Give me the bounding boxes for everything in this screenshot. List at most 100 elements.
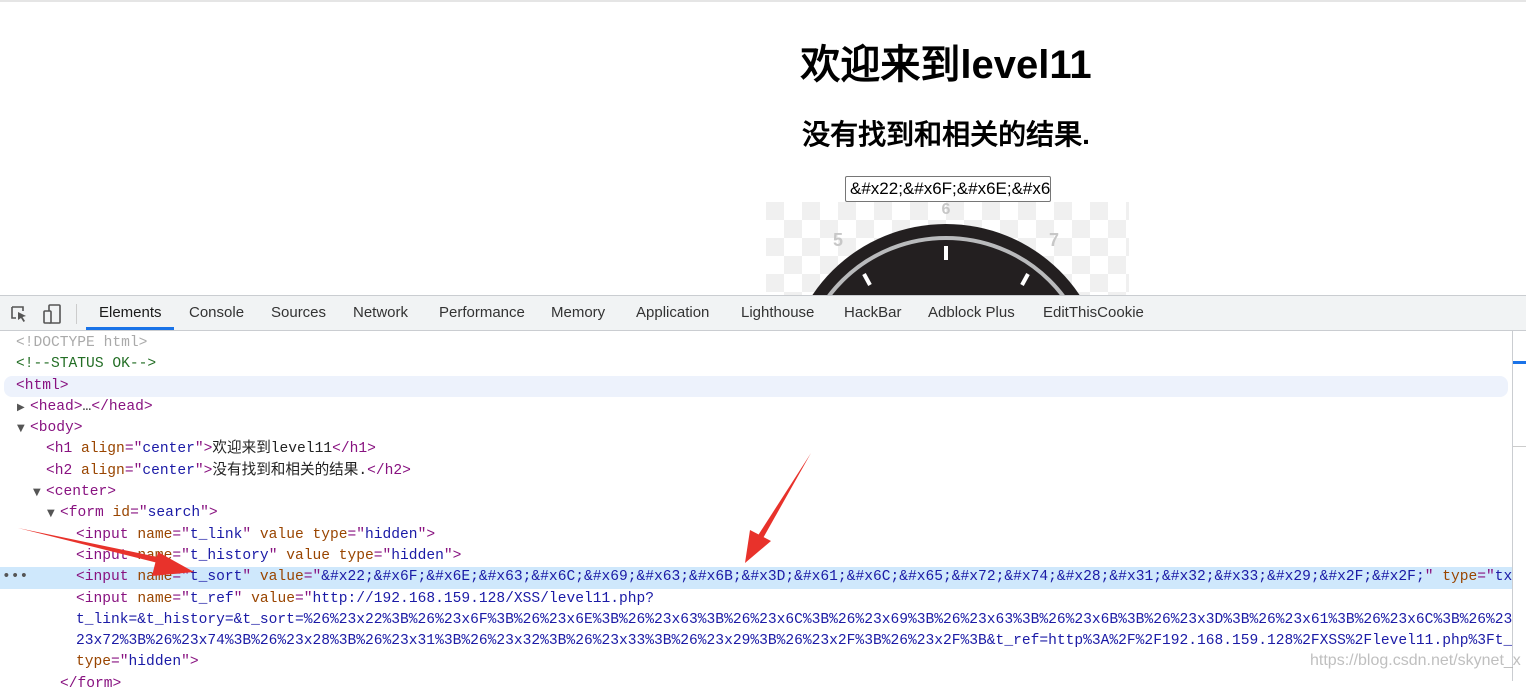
code-token-tag: "	[268, 547, 287, 564]
code-token-text: …	[82, 398, 92, 415]
dom-node-line[interactable]: 23x72%3B%26%23x74%3B%26%23x28%3B%26%23x3…	[0, 631, 1526, 652]
code-token-tag: ="	[124, 462, 143, 479]
clock-image: 6 5 7	[766, 202, 1129, 296]
code-token-tag: <form	[60, 505, 113, 522]
code-token-attr: id	[112, 505, 131, 522]
code-token-val: t_sort	[189, 569, 243, 586]
code-token-tag: </head>	[91, 398, 153, 415]
code-token-tag: ="	[172, 547, 190, 564]
dom-node-line[interactable]: type="hidden">	[0, 652, 1512, 673]
code-token-attr: type	[1442, 569, 1478, 586]
code-token-text: 没有找到和相关的结果.	[212, 462, 368, 479]
svg-text:6: 6	[942, 202, 951, 218]
code-token-tag: ="	[124, 441, 143, 458]
tab-editthiscookie[interactable]: EditThisCookie	[1043, 296, 1144, 330]
tab-console[interactable]: Console	[189, 296, 244, 330]
elements-dom-tree: <!DOCTYPE html> <!--STATUS OK--> <html> ▶ <h…	[0, 333, 1526, 695]
code-token-tag: ="	[130, 505, 148, 522]
code-token-tag: ="	[303, 569, 322, 586]
code-token-val: center	[142, 441, 195, 458]
dom-node-line[interactable]: ▶ <head>…</head>	[0, 397, 1512, 418]
code-token-tag: ="	[172, 590, 190, 607]
code-token-tag: <html>	[16, 377, 69, 394]
styles-sidebar[interactable]	[1512, 331, 1526, 681]
search-input[interactable]: &#x22;&#x6F;&#x6E;&#x6	[845, 176, 1051, 202]
dom-node-line[interactable]: ▼ <center>	[0, 482, 1512, 503]
code-token-tag: "	[233, 590, 252, 607]
collapse-triangle-icon[interactable]: ▼	[33, 482, 41, 503]
page-subheading: 没有找到和相关的结果.	[802, 119, 1090, 150]
code-token-attr: type	[76, 654, 112, 671]
code-token-tag: ="	[172, 526, 190, 543]
code-token-tag: ="	[111, 654, 129, 671]
more-options-icon[interactable]: •••	[2, 567, 28, 588]
dom-node-line[interactable]: </form>	[0, 674, 1512, 695]
dom-node-line[interactable]: ▼ <body>	[0, 418, 1512, 439]
tab-elements[interactable]: Elements	[99, 296, 162, 330]
code-token-attr: align	[81, 441, 125, 458]
code-token-tag: </h1>	[332, 441, 376, 458]
code-token-tag: ">	[194, 462, 213, 479]
devtools-panel: Elements Console Sources Network Performance…	[0, 295, 1526, 692]
tab-sources[interactable]: Sources	[271, 296, 326, 330]
code-token-val: 23x72%3B%26%23x74%3B%26%23x28%3B%26%23x3…	[76, 633, 1526, 650]
code-token-tag: <head>	[30, 398, 83, 415]
page-heading: 欢迎来到level11	[800, 43, 1092, 87]
dom-node-line[interactable]: <input name="t_history" value type="hidd…	[0, 546, 1512, 567]
code-token-tag: <input	[76, 569, 138, 586]
code-token-attr: name	[137, 590, 173, 607]
sidebar-tab-indicator	[1513, 361, 1526, 364]
code-token-attr: value	[259, 569, 304, 586]
dom-node-selected[interactable]: ••• <input name="t_sort" value="&#x22;&#x…	[0, 567, 1526, 589]
code-token-tag: <body>	[30, 420, 83, 437]
active-tab-indicator	[86, 327, 174, 330]
dom-node-line[interactable]: <!--STATUS OK-->	[0, 354, 1512, 375]
code-token-tag: "	[242, 569, 260, 586]
inspect-element-icon[interactable]	[9, 304, 29, 324]
tab-memory[interactable]: Memory	[551, 296, 605, 330]
code-token-attr: name	[137, 547, 173, 564]
code-token-val: hidden	[365, 526, 418, 543]
dom-node-line[interactable]: <!DOCTYPE html>	[0, 333, 1512, 354]
code-token-val: t_link=&t_history=&t_sort=%26%23x22%3B%2…	[76, 611, 1526, 628]
sidebar-divider	[1513, 446, 1526, 447]
code-token-tag: ="	[1477, 569, 1495, 586]
tab-adblock-plus[interactable]: Adblock Plus	[928, 296, 1015, 330]
code-token-tag: <h2	[46, 462, 82, 479]
code-token-val: center	[142, 462, 195, 479]
code-token-val: &#x22;&#x6F;&#x6E;&#x63;&#x6C;&#x69;&#x6…	[321, 569, 1425, 586]
dom-node-line[interactable]: <h1 align="center">欢迎来到level11</h1>	[0, 439, 1512, 460]
code-token-tag: ">	[200, 505, 218, 522]
device-toolbar-icon[interactable]	[42, 304, 62, 324]
code-token-val: t_ref	[189, 590, 234, 607]
code-token-tag: "	[242, 526, 260, 543]
collapse-triangle-icon[interactable]: ▼	[47, 503, 55, 524]
toolbar-divider	[76, 304, 77, 324]
code-token-val: hidden	[128, 654, 182, 671]
code-token-attr: value	[251, 590, 295, 607]
tab-performance[interactable]: Performance	[439, 296, 525, 330]
tab-network[interactable]: Network	[353, 296, 408, 330]
code-token-attr: value type	[259, 526, 348, 543]
tab-application[interactable]: Application	[636, 296, 709, 330]
dom-node-line[interactable]: <input name="t_ref" value="http://192.16…	[0, 589, 1512, 610]
code-token-tag: ="	[172, 569, 190, 586]
dom-node-line[interactable]: <html>	[4, 375, 1508, 397]
expand-triangle-icon[interactable]: ▶	[17, 397, 25, 418]
svg-text:5: 5	[833, 230, 843, 250]
code-token-tag: <input	[76, 526, 138, 543]
code-token-tag: <h1	[46, 441, 82, 458]
code-token-tag: ">	[194, 441, 213, 458]
collapse-triangle-icon[interactable]: ▼	[17, 418, 25, 439]
code-token-val: t_link	[189, 526, 243, 543]
dom-node-line[interactable]: t_link=&t_history=&t_sort=%26%23x22%3B%2…	[0, 610, 1526, 631]
tab-lighthouse[interactable]: Lighthouse	[741, 296, 814, 330]
code-token-cmt: <!--STATUS OK-->	[16, 356, 157, 373]
tab-hackbar[interactable]: HackBar	[844, 296, 902, 330]
code-token-tag: ="	[373, 547, 392, 564]
devtools-tabbar: Elements Console Sources Network Performance…	[0, 296, 1526, 331]
dom-node-line[interactable]: ▼ <form id="search">	[0, 503, 1512, 524]
code-token-attr: name	[137, 526, 173, 543]
dom-node-line[interactable]: <h2 align="center">没有找到和相关的结果.</h2>	[0, 461, 1512, 482]
dom-node-line[interactable]: <input name="t_link" value type="hidden"…	[0, 525, 1512, 546]
